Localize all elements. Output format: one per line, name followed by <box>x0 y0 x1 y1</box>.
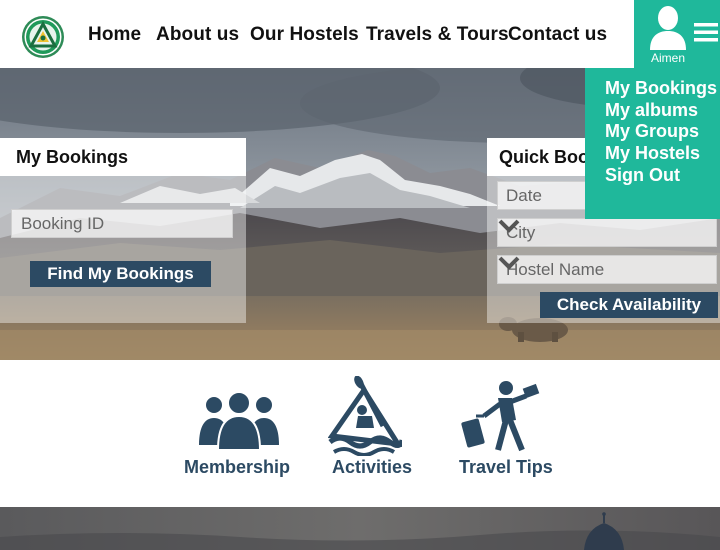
nav-contact-link[interactable]: Contact us <box>508 24 607 46</box>
booking-id-input[interactable]: Booking ID <box>11 209 233 238</box>
travel-tips-label: Travel Tips <box>459 457 553 477</box>
activities-feature[interactable]: Activities <box>328 360 414 490</box>
traveler-luggage-icon <box>461 381 540 452</box>
menu-item-my-albums[interactable]: My albums <box>605 100 720 122</box>
menu-item-my-groups[interactable]: My Groups <box>605 121 720 143</box>
kayak-icon <box>328 376 402 456</box>
user-dropdown-menu: My Bookings My albums My Groups My Hoste… <box>585 68 720 219</box>
user-avatar-icon <box>650 6 686 50</box>
membership-label: Membership <box>184 457 291 477</box>
chevron-down-icon <box>498 256 520 270</box>
nav-hostels-link[interactable]: Our Hostels <box>250 24 359 46</box>
features-section: Membership Activities Travel Tips <box>0 360 720 507</box>
group-people-icon <box>199 391 279 451</box>
date-placeholder: Date <box>506 186 542 205</box>
activities-label: Activities <box>332 457 413 477</box>
hamburger-menu-icon[interactable] <box>694 22 718 42</box>
chevron-down-icon <box>498 219 520 233</box>
nav-home-link[interactable]: Home <box>88 24 141 46</box>
find-my-bookings-button[interactable]: Find My Bookings <box>30 261 211 287</box>
my-bookings-panel: My Bookings Booking ID Find My Bookings <box>0 138 246 323</box>
nav-about-link[interactable]: About us <box>156 24 239 46</box>
menu-item-my-bookings[interactable]: My Bookings <box>605 78 720 100</box>
menu-item-sign-out[interactable]: Sign Out <box>605 165 720 187</box>
hostel-name-select[interactable]: Hostel Name <box>497 255 717 284</box>
mosque-banner-image <box>0 507 720 550</box>
hostel-name-placeholder: Hostel Name <box>506 260 605 279</box>
nav-travels-link[interactable]: Travels & Tours <box>366 24 509 46</box>
user-name: Aimen <box>650 51 685 65</box>
user-account-button[interactable]: Aimen <box>634 0 720 68</box>
mosque-skyline-image <box>0 507 720 550</box>
city-select[interactable]: City <box>497 218 717 247</box>
membership-feature[interactable]: Membership <box>182 360 297 490</box>
triangle-emblem-icon[interactable] <box>21 15 65 59</box>
travel-tips-feature[interactable]: Travel Tips <box>456 360 553 490</box>
site-header: Home About us Our Hostels Travels & Tour… <box>0 0 720 68</box>
my-bookings-title: My Bookings <box>0 138 246 176</box>
check-availability-button[interactable]: Check Availability <box>540 292 718 318</box>
menu-item-my-hostels[interactable]: My Hostels <box>605 143 720 165</box>
